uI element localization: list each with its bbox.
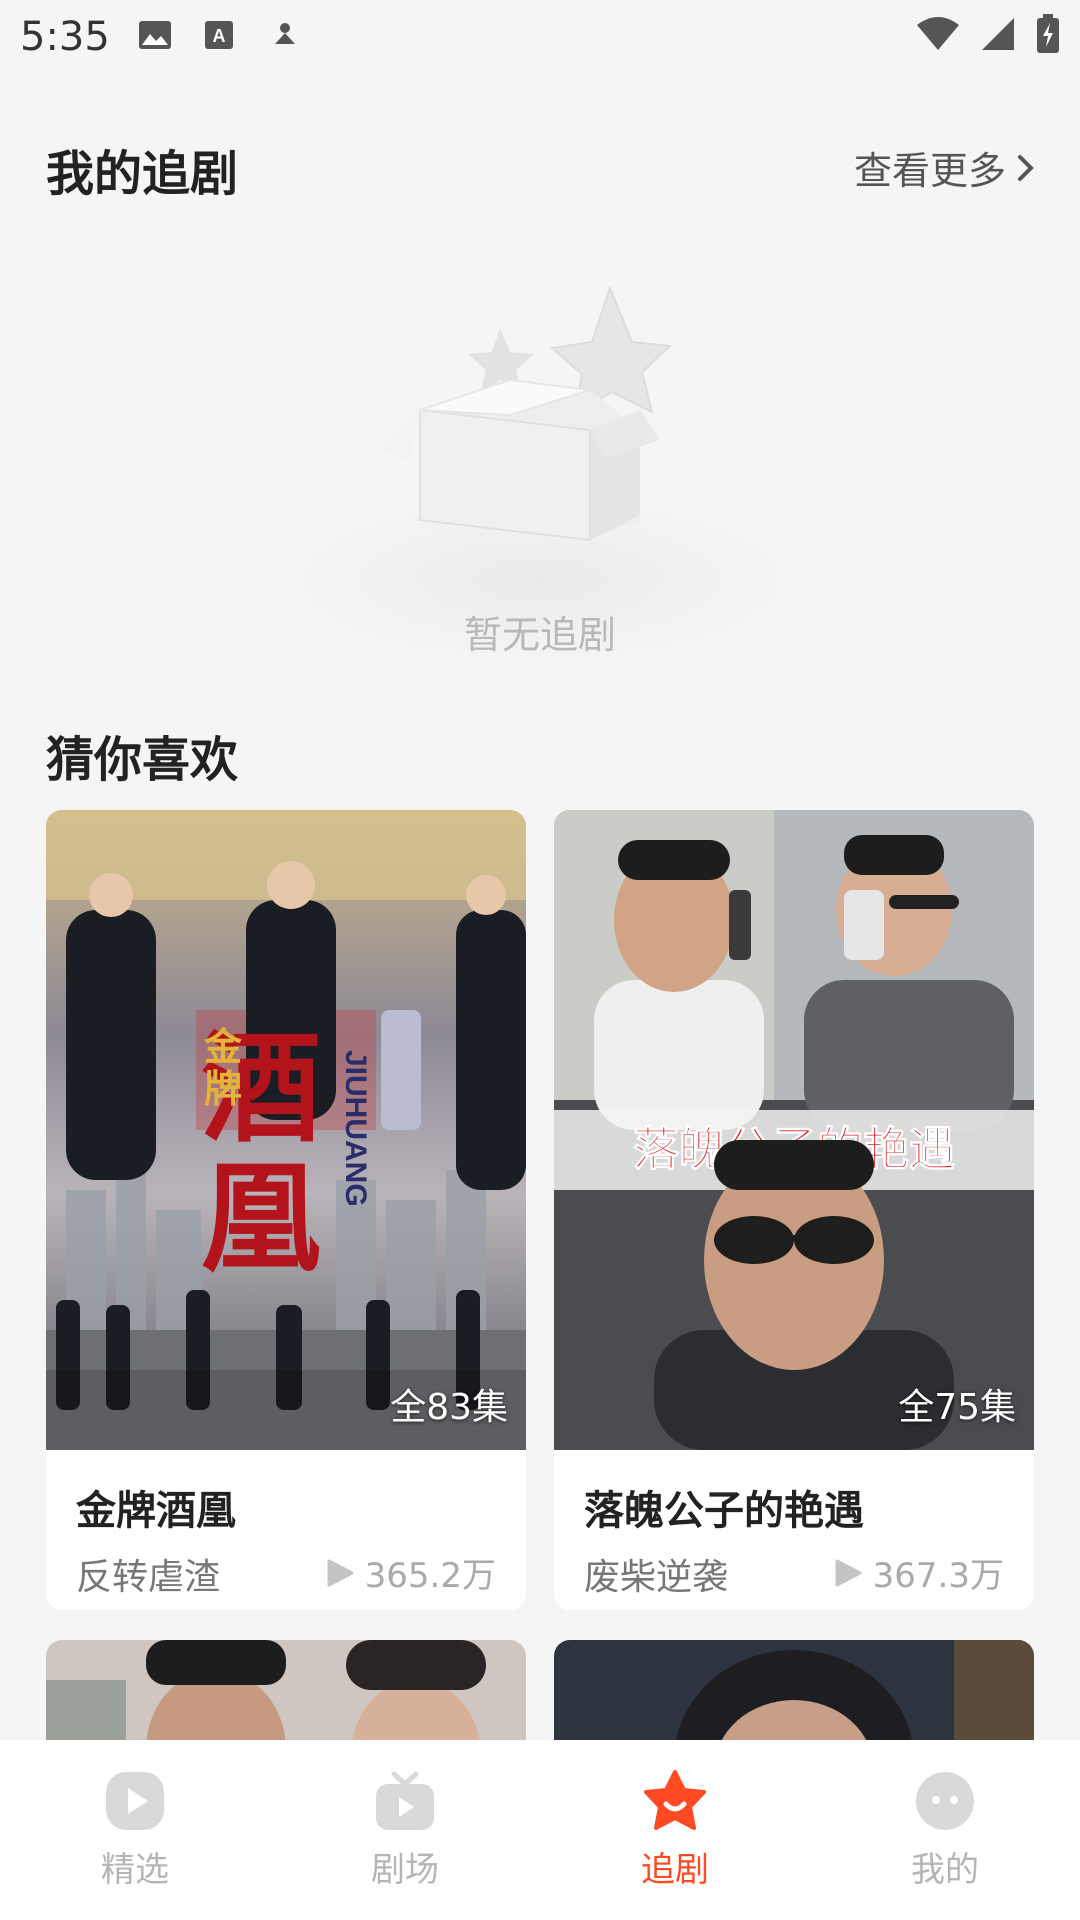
poster-title-char-2: 凰 <box>201 1148 321 1289</box>
gallery-icon <box>139 21 171 49</box>
play-icon <box>327 1559 354 1586</box>
notification-icon <box>275 23 295 44</box>
screen: 5:35 A 我的追剧 查看更多 暂无追剧 猜你喜欢 酒 凰 金 牌 JIUHU… <box>0 0 1080 1920</box>
tv-icon <box>376 1771 434 1830</box>
star-smile-icon <box>644 1770 706 1830</box>
svg-text:A: A <box>213 26 226 46</box>
poster-subtitle: JIUHUANG <box>339 1050 372 1207</box>
drama-title: 落魄公子的艳遇 <box>584 1488 864 1534</box>
drama-card[interactable]: 落魄公子的艳遇 全75集 落魄公子的艳遇 废柴逆袭 367.3万 <box>554 810 1034 1610</box>
status-time: 5:35 <box>20 14 110 60</box>
my-follow-title: 我的追剧 <box>46 146 239 202</box>
drama-tag: 反转虐渣 <box>76 1557 221 1598</box>
play-square-icon <box>106 1772 164 1830</box>
poster-image: 酒 凰 金 牌 JIUHUANG 全83集 <box>46 810 526 1450</box>
episode-count: 全75集 <box>898 1387 1016 1428</box>
recommend-title: 猜你喜欢 <box>46 732 239 788</box>
nav-theater[interactable]: 剧场 <box>270 1740 540 1920</box>
drama-card[interactable]: 酒 凰 金 牌 JIUHUANG 全83集 金牌酒凰 反转虐渣 365.2万 <box>46 810 526 1610</box>
poster-title-char-4: 牌 <box>204 1066 242 1111</box>
play-count: 367.3万 <box>833 1548 1004 1597</box>
status-bar: 5:35 A <box>0 0 1080 74</box>
poster-art: 落魄公子的艳遇 <box>554 810 1034 1450</box>
poster-title-char-3: 金 <box>203 1024 243 1069</box>
nav-label: 剧场 <box>371 1850 439 1890</box>
drama-title: 金牌酒凰 <box>76 1488 236 1534</box>
drama-tag: 废柴逆袭 <box>584 1557 729 1598</box>
play-count: 365.2万 <box>325 1548 496 1597</box>
play-icon <box>835 1559 862 1586</box>
poster-art: 酒 凰 金 牌 JIUHUANG <box>46 810 526 1450</box>
poster-image: 落魄公子的艳遇 全75集 <box>554 810 1034 1450</box>
battery-icon <box>1037 14 1059 53</box>
nav-label: 精选 <box>101 1850 169 1890</box>
bottom-navigation: 精选 剧场 追剧 我的 <box>0 1740 1080 1920</box>
nav-label: 我的 <box>911 1850 979 1890</box>
face-icon <box>916 1772 974 1830</box>
empty-box-illustration <box>260 280 820 670</box>
wifi-icon <box>917 17 959 50</box>
see-more-label: 查看更多 <box>853 149 1006 193</box>
nav-featured[interactable]: 精选 <box>0 1740 270 1920</box>
font-icon: A <box>205 21 233 49</box>
nav-label: 追剧 <box>641 1850 709 1890</box>
episode-count: 全83集 <box>390 1387 508 1428</box>
empty-box-icon <box>260 285 820 670</box>
signal-icon <box>982 18 1014 50</box>
play-count-value: 365.2万 <box>364 1556 496 1596</box>
play-count-value: 367.3万 <box>872 1556 1004 1596</box>
see-more-button[interactable]: 查看更多 <box>854 140 1036 195</box>
chevron-right-icon <box>1018 154 1034 181</box>
nav-mine[interactable]: 我的 <box>810 1740 1080 1920</box>
nav-following[interactable]: 追剧 <box>540 1740 810 1920</box>
empty-text: 暂无追剧 <box>463 613 616 657</box>
